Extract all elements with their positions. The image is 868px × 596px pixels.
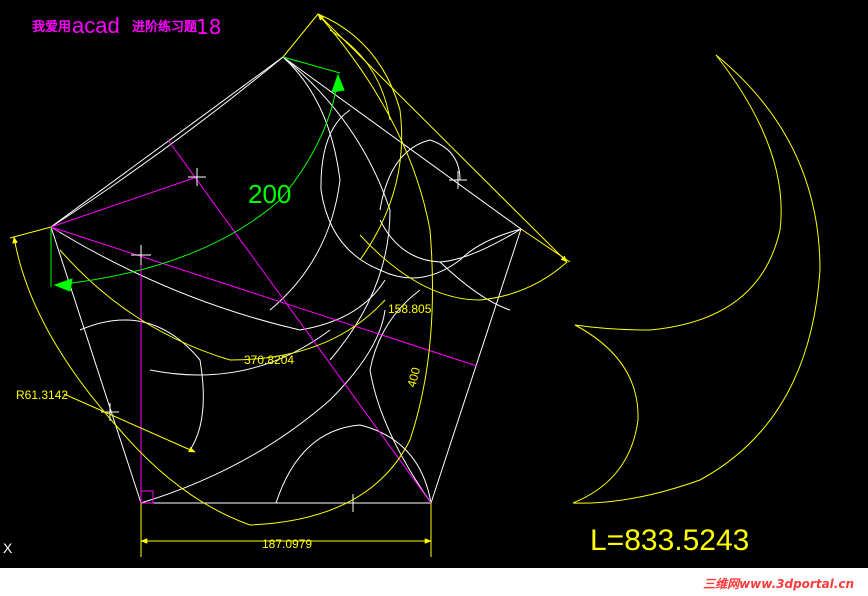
watermark: 三维网www.3dportal.cn (703, 577, 854, 591)
crescent-shape (572, 54, 821, 504)
dim-text-base: 187.0979 (262, 537, 312, 551)
cad-drawing-canvas[interactable]: 我爱用 acad 进阶练习题 18 158.805 370.8204 R61.3… (0, 0, 868, 596)
dim-text-arc-length: 200 (248, 179, 291, 209)
pentagon-outline (50, 56, 522, 504)
cad-viewport[interactable]: 我爱用 acad 进阶练习题 18 158.805 370.8204 R61.3… (0, 0, 868, 568)
title-suffix: 进阶练习题 (132, 19, 198, 35)
dimension-lines (9, 13, 571, 557)
center-marks (101, 168, 467, 512)
title-app: acad (72, 13, 120, 38)
dim-text-chord-a: 158.805 (388, 302, 432, 316)
title: 我爱用 acad 进阶练习题 18 (32, 13, 221, 39)
dim-text-chord-b: 370.8204 (244, 353, 294, 367)
title-number: 18 (196, 15, 221, 39)
dim-text-radius: R61.3142 (16, 388, 68, 402)
dim-text-arc: 400 (404, 366, 423, 389)
inner-arcs (50, 56, 522, 504)
title-prefix: 我爱用 (32, 19, 71, 35)
axis-marker: X (3, 540, 13, 556)
result-length: L=833.5243 (590, 524, 749, 557)
status-bar: 三维网www.3dportal.cn (0, 568, 868, 596)
